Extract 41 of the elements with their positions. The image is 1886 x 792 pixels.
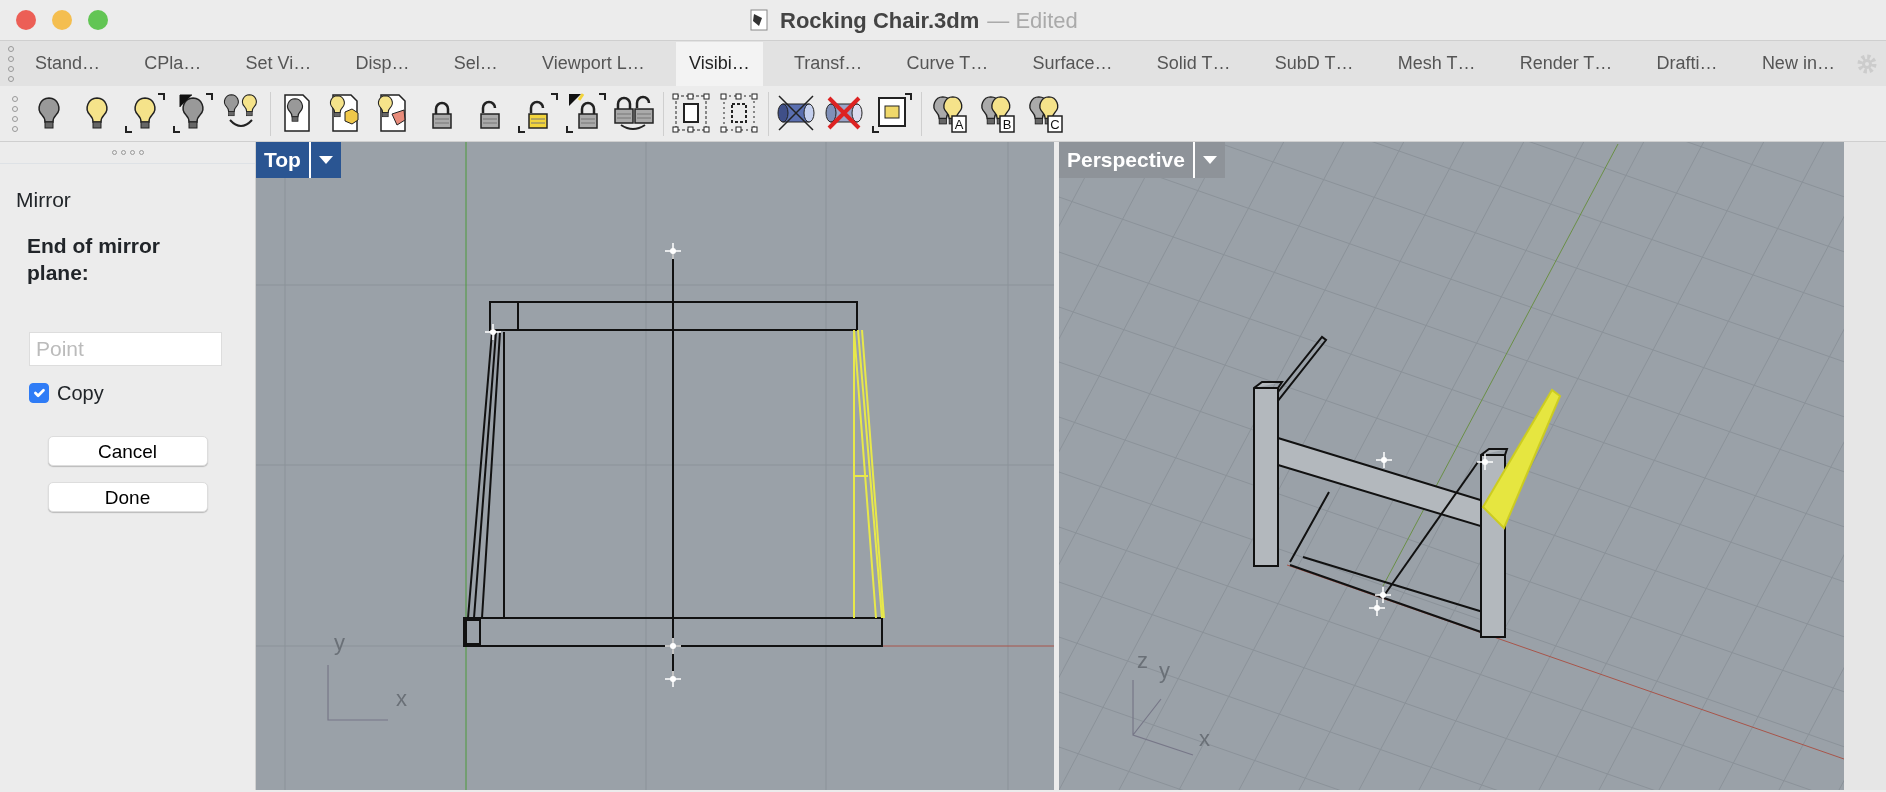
command-prompt: End of mirror plane: (27, 232, 161, 286)
axis-widget-drawing (327, 664, 389, 721)
toolbar-tab[interactable]: Disp… (342, 41, 423, 86)
toolbar-tab[interactable]: Mesh T… (1384, 41, 1489, 86)
point-marker-icon (664, 242, 682, 260)
toolbar-tab[interactable]: Sel… (440, 41, 511, 86)
window-title: Rocking Chair.3dm (780, 7, 980, 35)
bulb-letter-button[interactable]: A (926, 89, 974, 138)
toolbar-tab[interactable]: Drafti… (1643, 41, 1731, 86)
point-marker-icon (1368, 599, 1386, 617)
point-marker-icon (1374, 586, 1392, 604)
dialog-button[interactable]: Done (47, 482, 208, 513)
point-marker-icon (664, 670, 682, 688)
point-input-field[interactable]: Point (29, 332, 222, 367)
toolbar-tab[interactable]: Surface… (1019, 41, 1126, 86)
point-marker-icon (664, 637, 682, 655)
point-marker-icon (1476, 453, 1494, 471)
toolbar-tab[interactable]: Set Vi… (232, 41, 325, 86)
toolbar-tab[interactable]: Curve T… (893, 41, 1002, 86)
toolbar-tab[interactable]: SubD T… (1261, 41, 1367, 86)
point-marker-icon (484, 323, 502, 341)
toolbar-tab[interactable]: New in… (1748, 41, 1848, 86)
dialog-button[interactable]: Cancel (47, 436, 208, 467)
toolbar-tab[interactable]: Solid T… (1143, 41, 1244, 86)
bulb-letter-button[interactable]: B (974, 89, 1022, 138)
toolbar-tab[interactable]: Visibi… (676, 41, 763, 86)
dropdown-caret-icon[interactable] (308, 142, 341, 178)
toolbar-tab[interactable]: CPla… (131, 41, 215, 86)
copy-checkbox[interactable] (29, 383, 49, 404)
copy-label[interactable]: Copy (57, 378, 104, 409)
panel-title: Mirror (15, 187, 72, 213)
dropdown-caret-icon[interactable] (1192, 142, 1225, 178)
close-button[interactable] (16, 10, 36, 30)
toolbar-tab[interactable]: Viewport L… (529, 41, 658, 86)
viewport-title-tab[interactable]: Top (256, 142, 309, 178)
edited-status: — Edited (987, 7, 1078, 35)
toolbar-tab[interactable]: Stand… (22, 41, 114, 86)
bulb-letter-button[interactable]: C (1022, 89, 1070, 138)
toolbar-tab[interactable]: Transf… (780, 41, 876, 86)
toolbar-tab[interactable]: Render T… (1506, 41, 1626, 86)
point-marker-icon (1375, 451, 1393, 469)
